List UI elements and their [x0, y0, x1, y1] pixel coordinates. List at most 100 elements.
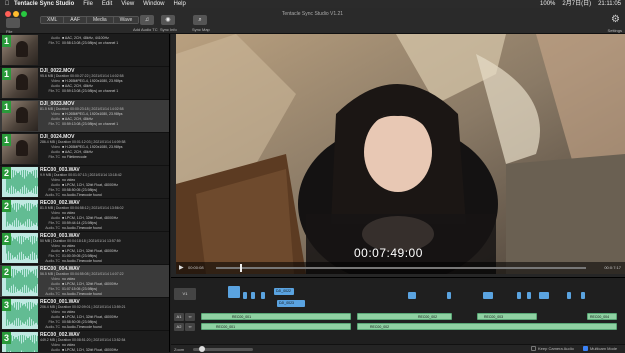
track-tag-a2: ∞ — [185, 323, 195, 331]
waveform-thumbnail: 2 — [2, 233, 38, 263]
sync-group-badge: 1 — [2, 101, 11, 113]
clip-detail-row: File-TC 00:59:13:08 (23.98fps) on channel… — [40, 122, 122, 127]
sync-map-icon[interactable]: ⌕ — [193, 15, 207, 25]
clip-detail-value: ■ AAC, 2CH, 48kHz — [62, 150, 93, 154]
wave-button[interactable]: Wave — [113, 17, 139, 23]
video-clip[interactable] — [447, 292, 451, 299]
audio-clip[interactable]: REC00_001 — [201, 313, 351, 320]
clip-detail-label: Audio-TC — [45, 292, 60, 296]
audio-clip[interactable]: REC00_004 — [587, 313, 617, 320]
clock-display[interactable]: 21:11:05 — [598, 0, 621, 8]
waveform-thumbnail: 3 — [2, 299, 38, 329]
zoom-slider-knob[interactable] — [199, 346, 205, 352]
video-clip[interactable] — [251, 292, 255, 299]
clip-metadata: 9.9 MB | Duration 00:01:07:13 | 2021/01/… — [40, 173, 122, 177]
add-audio-tc-icon[interactable]: ♫ — [140, 15, 154, 25]
clip-detail-row: Audio-TC no Audio-Timecode found — [40, 292, 118, 297]
clip-metadata: 56.5 MB | Duration 00:04:55:08 | 2021/01… — [40, 272, 124, 276]
menu-app-name[interactable]: Tentacle Sync Studio — [14, 0, 83, 8]
video-clip[interactable] — [261, 292, 265, 299]
video-clip[interactable] — [517, 292, 521, 299]
clip-detail-value: no video — [62, 277, 76, 281]
audio-clip[interactable]: REC00_002 — [357, 323, 617, 330]
video-thumbnail: 1 — [2, 68, 38, 98]
sync-info-icon[interactable]: ◉ — [161, 15, 175, 25]
menu-window[interactable]: Window — [143, 0, 173, 8]
clip-detail-value: ■ H.265MPEG-4, 1920x1080, 23.98fps — [62, 145, 123, 149]
xml-button[interactable]: XML — [41, 17, 65, 23]
clip-list-item[interactable]: 2 REC00_004.WAV 56.5 MB | Duration 00:04:5… — [0, 265, 169, 298]
clip-metadata: 449.2 MB | Duration 00:08:51:20 | 2021/0… — [40, 338, 126, 342]
clip-list[interactable]: 1 Audio ■ AAC, 2CH, 48kHz, 44100Hz File-TC 0… — [0, 34, 170, 352]
audio-clip[interactable]: REC00_002 — [357, 313, 452, 320]
battery-status[interactable]: 100% — [540, 0, 555, 8]
video-frame-image — [176, 34, 625, 274]
video-viewer[interactable] — [176, 34, 625, 274]
clip-list-item[interactable]: 2 REC00_003.WAV 9.9 MB | Duration 00:01:07… — [0, 166, 169, 199]
clip-list-item[interactable]: 2 REC00_003.WAV 50 MB | Duration 00:04:18:… — [0, 232, 169, 265]
playback-scrubber[interactable]: ▶ 00:00:08 00:0:7:17 — [176, 262, 625, 274]
scrub-track[interactable] — [216, 267, 586, 269]
sync-group-badge: 3 — [2, 332, 11, 344]
clip-detail-value: no Audio-Timecode found — [62, 226, 102, 230]
video-clip[interactable] — [243, 292, 247, 299]
clip-detail-value: no video — [62, 343, 76, 347]
media-button[interactable]: Media — [87, 17, 114, 23]
clip-detail-value: ■ AAC, 2CH, 48kHz, 44100Hz — [62, 36, 109, 40]
clip-detail-row: Audio-TC no Audio-Timecode found — [40, 193, 118, 198]
video-clip[interactable] — [483, 292, 493, 299]
clip-list-item[interactable]: 1 DJI_0023.MOV 81.5 MB | Duration 00:00:23… — [0, 100, 169, 133]
apple-menu-icon[interactable]:  — [0, 0, 14, 8]
video-clip[interactable] — [567, 292, 571, 299]
video-clip[interactable] — [581, 292, 585, 299]
play-icon[interactable]: ▶ — [179, 264, 184, 271]
clip-list-item[interactable]: 3 REC00_001.WAV 206.4 MB | Duration 00:02:… — [0, 298, 169, 331]
clip-detail-label: File-TC — [48, 122, 60, 126]
menu-edit[interactable]: Edit — [102, 0, 121, 8]
clip-detail-label: Audio-TC — [45, 259, 60, 263]
multicam-mode-option[interactable]: Multicam Mode — [583, 346, 617, 352]
time-start: 00:00:08 — [188, 265, 204, 270]
clip-list-item[interactable]: 3 REC00_002.WAV 449.2 MB | Duration 00:08:… — [0, 331, 169, 352]
clip-list-item[interactable]: 1 DJI_0024.MOV 286.4 MB | Duration 00:01:1… — [0, 133, 169, 166]
date-display[interactable]: 2月7日(日) — [562, 0, 591, 8]
sync-group-badge: 2 — [2, 233, 11, 245]
clip-list-item[interactable]: 2 REC00_002.WAV 81.5 MB | Duration 00:04:5… — [0, 199, 169, 232]
audio-clip[interactable]: REC00_001 — [201, 323, 351, 330]
clip-detail-row: File-TC 00:59:13:08 (23.98fps) on channel… — [40, 89, 122, 94]
waveform-thumbnail: 2 — [2, 167, 38, 197]
file-button[interactable] — [6, 18, 20, 28]
scrub-handle[interactable] — [240, 264, 242, 272]
aaf-button[interactable]: AAF — [64, 17, 88, 23]
clip-list-item[interactable]: 1 Audio ■ AAC, 2CH, 48kHz, 44100Hz File-TC 0… — [0, 34, 169, 67]
waveform-thumbnail: 2 — [2, 200, 38, 230]
video-clip[interactable] — [408, 292, 416, 299]
keep-camera-audio-option[interactable]: Keep Camera Audio — [531, 346, 574, 352]
multicam-mode-checkbox[interactable] — [583, 346, 588, 352]
clip-detail-rows: Video no video Audio ■ LPCM, 1CH, 32bit Flo… — [40, 277, 118, 297]
menu-file[interactable]: File — [83, 0, 102, 8]
menu-help[interactable]: Help — [174, 0, 195, 8]
track-label-v1: V1 — [174, 288, 196, 300]
menu-view[interactable]: View — [121, 0, 143, 8]
sync-group-badge: 2 — [2, 200, 11, 212]
keep-camera-audio-checkbox[interactable] — [531, 346, 536, 352]
audio-clip[interactable]: REC00_003 — [477, 313, 537, 320]
video-thumbnail: 1 — [2, 35, 38, 65]
video-clip-label[interactable]: DJI_0022 — [274, 288, 294, 295]
video-clip[interactable] — [539, 292, 549, 299]
clip-detail-row: Audio-TC no Audio-Timecode found — [40, 226, 118, 231]
video-clip-label[interactable]: DJI_0023 — [277, 300, 305, 307]
clip-detail-row: File-TC 00:58:13:08 (23.98fps) on channel… — [40, 41, 119, 46]
clip-list-item[interactable]: 1 DJI_0022.MOV 95.6 MB | Duration 00:00:27… — [0, 67, 169, 100]
timecode-overlay: 00:07:49:00 — [354, 246, 423, 260]
settings-gear-icon[interactable]: ⚙ — [611, 14, 620, 25]
clip-detail-value: 01:00:39:05 (23.98fps) — [62, 254, 98, 258]
clip-detail-value: ■ H.265MPEG-4, 1920x1080, 23.98fps — [62, 79, 123, 83]
zoom-label: Zoom — [174, 347, 185, 352]
video-clip[interactable] — [527, 292, 531, 299]
video-clip[interactable] — [228, 286, 240, 298]
clip-detail-value: no video — [62, 310, 76, 314]
sync-timeline[interactable]: V1 A1 ∞ A2 ∞ DJI_0022 DJI_0023 REC00_001… — [171, 277, 625, 353]
waveform-thumbnail: 2 — [2, 266, 38, 296]
